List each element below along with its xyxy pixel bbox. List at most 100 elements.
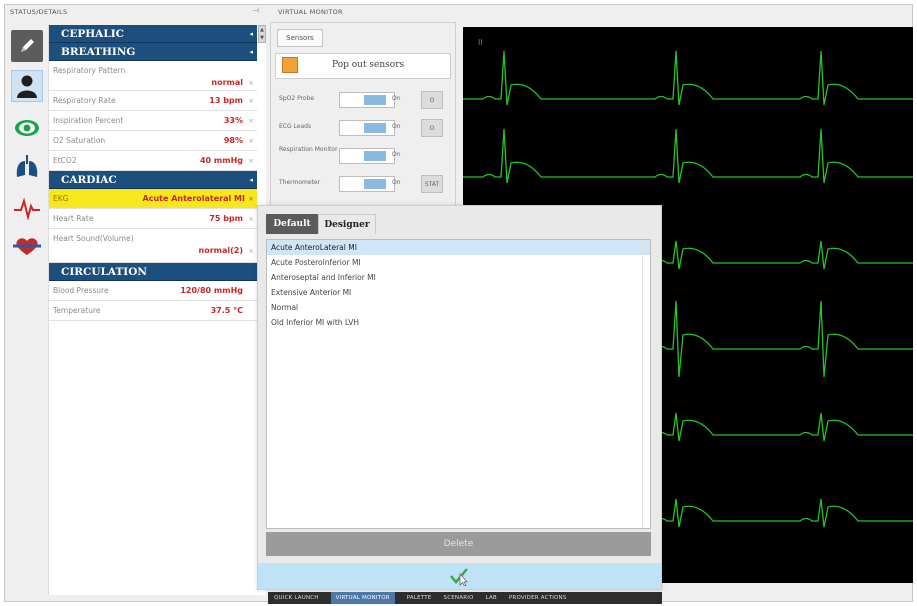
- param-row-temperature[interactable]: Temperature 37.5 °C: [49, 301, 257, 321]
- sensors-panel: Sensors Pop out sensors SpO2 Probe On O …: [270, 22, 456, 210]
- param-row-heart-rate[interactable]: Heart Rate 75 bpm ×: [49, 209, 257, 229]
- remove-icon[interactable]: ×: [248, 91, 254, 111]
- param-label: O2 Saturation: [53, 136, 106, 145]
- status-details-panel: CEPHALIC ◂ ▲ ▼ BREATHING ◂ Respiratory Pa…: [48, 25, 266, 595]
- sensor-action-button[interactable]: O: [421, 91, 443, 109]
- param-row-respiratory-rate[interactable]: Respiratory Rate 13 bpm ×: [49, 91, 257, 111]
- remove-icon[interactable]: ×: [248, 76, 254, 90]
- category-header-circulation[interactable]: CIRCULATION: [49, 263, 257, 281]
- category-header-cardiac[interactable]: CARDIAC ◂: [49, 171, 257, 189]
- category-header-cephalic[interactable]: CEPHALIC ◂: [49, 25, 257, 43]
- param-label: EtCO2: [53, 156, 77, 165]
- param-value: 75 bpm: [209, 214, 243, 223]
- nav-lab[interactable]: LAB: [486, 595, 497, 601]
- param-row-heart-sound[interactable]: Heart Sound(Volume) normal(2) ×: [49, 229, 257, 263]
- list-scrollbar[interactable]: [642, 240, 650, 528]
- param-row-respiratory-pattern[interactable]: Respiratory Pattern normal ×: [49, 61, 257, 91]
- tab-default[interactable]: Default: [266, 214, 318, 234]
- param-label: Temperature: [53, 306, 101, 315]
- sensor-name: Thermometer: [279, 179, 321, 186]
- checkmark-icon[interactable]: [448, 566, 470, 586]
- toggle-state: On: [392, 95, 401, 102]
- nav-provider-actions[interactable]: PROVIDER ACTIONS: [509, 595, 567, 601]
- sensor-toggle[interactable]: On: [339, 120, 401, 136]
- toggle-state: On: [392, 179, 401, 186]
- sensor-toggle[interactable]: On: [339, 92, 401, 108]
- list-item[interactable]: Acute Posteroinferior MI: [267, 255, 650, 270]
- tab-designer[interactable]: Designer: [318, 214, 376, 234]
- ecg-lead-label: II: [478, 38, 483, 47]
- param-row-ekg[interactable]: EKG Acute Anterolateral MI ×: [49, 189, 257, 209]
- param-value: 13 bpm: [209, 96, 243, 105]
- param-row-blood-pressure[interactable]: Blood Pressure 120/80 mmHg: [49, 281, 257, 301]
- list-item[interactable]: Normal: [267, 300, 650, 315]
- tab-sensors[interactable]: Sensors: [277, 29, 323, 47]
- status-details-header: STATUS/DETAILS: [10, 8, 68, 16]
- remove-icon[interactable]: ×: [248, 111, 254, 131]
- category-title: BREATHING: [61, 46, 136, 58]
- param-label: Heart Sound(Volume): [53, 234, 134, 243]
- eye-icon[interactable]: [11, 112, 43, 144]
- param-row-etco2[interactable]: EtCO2 40 mmHg ×: [49, 151, 257, 171]
- person-icon[interactable]: [11, 70, 43, 102]
- param-value: 98%: [223, 136, 243, 145]
- stat-button[interactable]: STAT: [421, 175, 443, 193]
- toggle-state: On: [392, 151, 401, 158]
- param-value: 120/80 mmHg: [180, 286, 243, 295]
- nav-virtual-monitor[interactable]: VIRTUAL MONITOR: [330, 592, 395, 604]
- pop-out-label: Pop out sensors: [332, 60, 405, 70]
- remove-icon[interactable]: ×: [248, 244, 254, 258]
- pop-out-icon: [282, 57, 298, 73]
- param-value: normal: [211, 78, 243, 87]
- param-label: Respiratory Rate: [53, 96, 116, 105]
- remove-icon[interactable]: ×: [248, 151, 254, 171]
- sensor-toggle[interactable]: On: [339, 176, 401, 192]
- sensor-name: SpO2 Probe: [279, 95, 315, 102]
- sensor-row-thermometer: Thermometer On STAT: [275, 171, 451, 197]
- nav-scenario[interactable]: SCENARIO: [444, 595, 474, 601]
- list-item[interactable]: Anteroseptal and Inferior MI: [267, 270, 650, 285]
- dropdown-arrow-icon[interactable]: ◂: [249, 43, 253, 61]
- sensor-toggle[interactable]: On: [339, 148, 401, 164]
- delete-button[interactable]: Delete: [266, 532, 651, 556]
- sensor-name: Respiration Monitor: [279, 146, 338, 153]
- nav-palette[interactable]: PALETTE: [407, 595, 432, 601]
- pop-out-sensors-button[interactable]: Pop out sensors: [275, 53, 451, 79]
- pen-icon[interactable]: [11, 30, 43, 62]
- sensor-row-spo2: SpO2 Probe On O: [275, 87, 451, 113]
- lungs-icon[interactable]: [11, 150, 43, 182]
- list-item[interactable]: Extensive Anterior MI: [267, 285, 650, 300]
- sensor-name: ECG Leads: [279, 123, 312, 130]
- dropdown-arrow-icon[interactable]: ◂: [249, 25, 253, 43]
- sensor-row-respiration: Respiration Monitor On: [275, 143, 451, 169]
- toggle-state: On: [392, 123, 401, 130]
- confirm-bar[interactable]: [258, 563, 661, 589]
- list-item[interactable]: Old Inferior MI with LVH: [267, 315, 650, 330]
- sensor-action-button[interactable]: O: [421, 119, 443, 137]
- nav-quick-launch[interactable]: QUICK LAUNCH: [274, 595, 319, 601]
- param-value: normal(2): [198, 246, 244, 255]
- category-icon-bar: [8, 24, 46, 594]
- param-label: Respiratory Pattern: [53, 66, 126, 75]
- pulse-icon[interactable]: [11, 192, 43, 224]
- param-label: Blood Pressure: [53, 286, 109, 295]
- param-label: Heart Rate: [53, 214, 94, 223]
- category-title: CEPHALIC: [61, 28, 124, 40]
- ecg-trace: [463, 128, 913, 184]
- pin-icon[interactable]: ⊣: [252, 6, 259, 15]
- dropdown-arrow-icon[interactable]: ◂: [249, 171, 253, 189]
- remove-icon[interactable]: ×: [248, 189, 254, 209]
- sensor-row-ecg-leads: ECG Leads On O: [275, 115, 451, 141]
- param-row-o2-saturation[interactable]: O2 Saturation 98% ×: [49, 131, 257, 151]
- param-label: Inspiration Percent: [53, 116, 124, 125]
- list-item[interactable]: Acute AnteroLateral MI: [267, 240, 650, 255]
- circulation-heart-icon[interactable]: [11, 230, 43, 262]
- panel-scrollbar[interactable]: ▲ ▼: [258, 25, 266, 43]
- ecg-rhythm-list: Acute AnteroLateral MI Acute Posteroinfe…: [266, 239, 651, 529]
- category-header-breathing[interactable]: BREATHING ◂: [49, 43, 257, 61]
- param-value: Acute Anterolateral MI: [142, 194, 245, 203]
- ecg-rhythm-popup: Default Designer Acute AnteroLateral MI …: [257, 205, 662, 590]
- param-row-inspiration-percent[interactable]: Inspiration Percent 33% ×: [49, 111, 257, 131]
- remove-icon[interactable]: ×: [248, 209, 254, 229]
- remove-icon[interactable]: ×: [248, 131, 254, 151]
